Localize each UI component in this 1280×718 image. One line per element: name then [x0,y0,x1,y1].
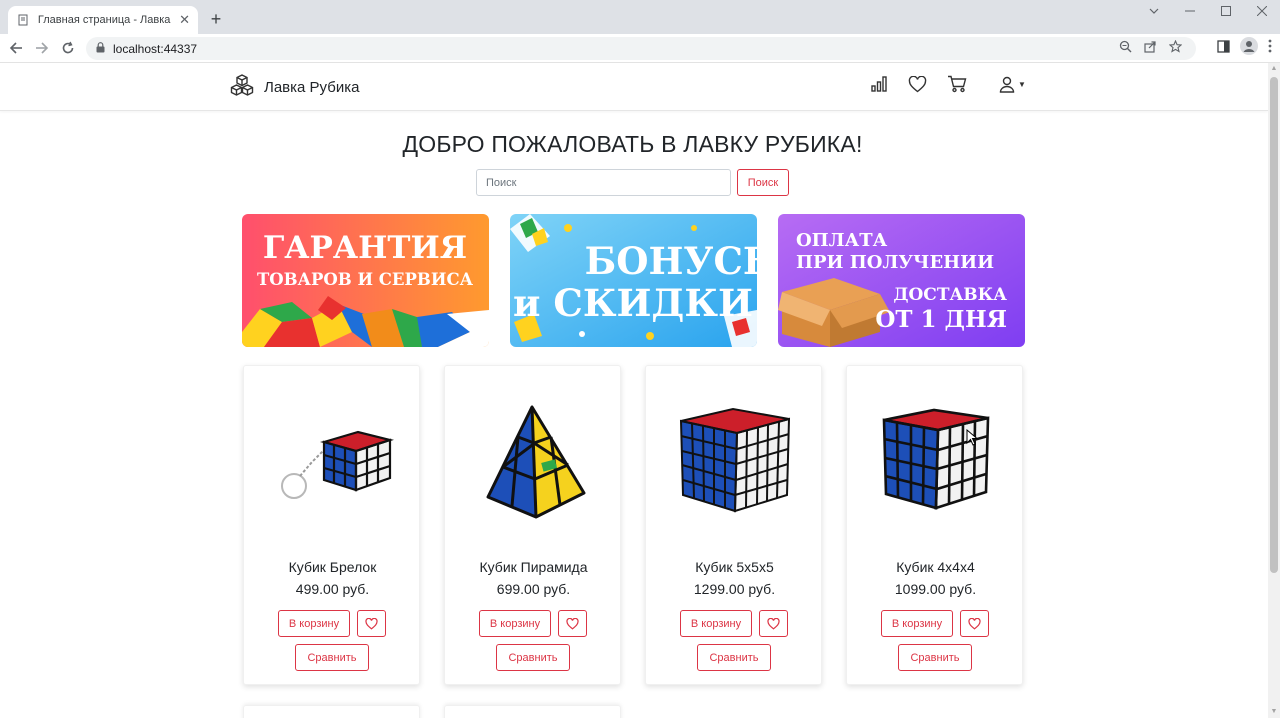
star-icon[interactable] [1168,39,1183,58]
url-text: localhost:44337 [113,41,198,56]
banner-bonuses-line1: БОНУСЫ [585,239,757,283]
add-to-favorites-button[interactable] [357,610,386,637]
heart-icon [767,617,780,630]
banner-bonuses-line2: и СКИДКИ [513,281,753,325]
heart-icon [365,617,378,630]
add-to-favorites-button[interactable] [759,610,788,637]
browser-toolbar: localhost:44337 [0,34,1280,63]
product-price: 499.00 руб. [295,581,370,597]
product-card-partial [444,705,621,718]
product-image-cube-5x5[interactable] [646,386,823,536]
search-button[interactable]: Поиск [737,169,789,196]
brand-link[interactable]: Лавка Рубика [230,73,359,102]
mouse-cursor-icon [966,428,979,451]
zoom-icon[interactable] [1119,40,1132,58]
product-card-partial [243,705,420,718]
favorites-heart-icon[interactable] [908,75,927,93]
add-to-cart-button[interactable]: В корзину [278,610,350,637]
banner-warranty-line2: ТОВАРОВ И СЕРВИСА [257,270,474,289]
reload-icon[interactable] [55,35,81,61]
banner-payment[interactable]: ОПЛАТА ПРИ ПОЛУЧЕНИИ ДОСТАВКА ОТ 1 ДНЯ [778,214,1025,347]
maximize-icon[interactable] [1208,0,1244,22]
banner-warranty[interactable]: ГАРАНТИЯ ТОВАРОВ И СЕРВИСА [242,214,489,347]
product-image-cube-4x4[interactable] [847,386,1024,536]
banner-bonuses[interactable]: БОНУСЫ и СКИДКИ [510,214,757,347]
cart-icon[interactable] [947,75,967,93]
product-image-pyramid-cube[interactable] [445,386,622,536]
product-name[interactable]: Кубик Брелок [244,559,421,575]
brand-name: Лавка Рубика [264,79,360,96]
scroll-thumb[interactable] [1270,77,1278,573]
compare-button[interactable]: Сравнить [496,644,570,671]
compare-button[interactable]: Сравнить [295,644,369,671]
caret-down-icon: ▼ [1018,79,1026,89]
back-icon[interactable] [3,35,29,61]
forward-icon[interactable] [29,35,55,61]
product-price: 1099.00 руб. [894,581,977,597]
add-to-cart-button[interactable]: В корзину [680,610,752,637]
window-close-icon[interactable] [1244,0,1280,22]
lock-icon [96,40,105,58]
tab-close-icon[interactable]: ✕ [179,12,190,28]
tab-title: Главная страница - Лавка Рубика [37,14,173,26]
promo-banners: ГАРАНТИЯ ТОВАРОВ И СЕРВИСА БОНУС и СКИДК… [242,214,1025,347]
minimize-icon[interactable] [1172,0,1208,22]
add-to-favorites-button[interactable] [558,610,587,637]
product-name[interactable]: Кубик Пирамида [445,559,622,575]
user-menu-icon[interactable]: ▼ [999,76,1026,93]
add-to-cart-button[interactable]: В корзину [881,610,953,637]
scroll-down-icon[interactable]: ▼ [1270,708,1278,716]
add-to-favorites-button[interactable] [960,610,989,637]
page-icon [16,13,30,27]
window-controls [1136,0,1280,26]
page-title: ДОБРО ПОЖАЛОВАТЬ В ЛАВКУ РУБИКА! [402,131,863,157]
product-name[interactable]: Кубик 5x5x5 [646,559,823,575]
new-tab-button[interactable]: + [206,9,226,29]
page-scrollbar[interactable]: ▲ ▼ [1268,63,1280,718]
browser-tabstrip: Главная страница - Лавка Рубика ✕ + [0,0,1280,34]
heart-icon [566,617,579,630]
compare-button[interactable]: Сравнить [697,644,771,671]
chevron-down-icon[interactable] [1136,0,1172,22]
banner-payment-line4: ОТ 1 ДНЯ [875,306,1007,333]
banner-payment-line3: ДОСТАВКА [893,285,1007,305]
product-card: Кубик Брелок 499.00 руб. В корзину Сравн… [243,365,420,685]
compare-chart-icon[interactable] [870,75,888,93]
banner-payment-line2: ПРИ ПОЛУЧЕНИИ [796,252,994,273]
banner-warranty-line1: ГАРАНТИЯ [263,230,467,266]
heart-icon [968,617,981,630]
compare-button[interactable]: Сравнить [898,644,972,671]
add-to-cart-button[interactable]: В корзину [479,610,551,637]
scroll-up-icon[interactable]: ▲ [1270,65,1278,73]
profile-avatar[interactable] [1240,37,1258,60]
product-price: 1299.00 руб. [693,581,776,597]
product-card: Кубик 5x5x5 1299.00 руб. В корзину Сравн… [645,365,822,685]
product-name[interactable]: Кубик 4x4x4 [847,559,1024,575]
sidepanel-icon[interactable] [1217,39,1230,58]
banner-payment-line1: ОПЛАТА [796,230,888,251]
share-icon[interactable] [1144,40,1157,58]
more-menu-icon[interactable] [1268,39,1272,58]
search-form: Поиск [476,169,789,196]
product-card: Кубик 4x4x4 1099.00 руб. В корзину Сравн… [846,365,1023,685]
product-card: Кубик Пирамида 699.00 руб. В корзину Сра… [444,365,621,685]
search-input[interactable] [476,169,731,196]
browser-tab[interactable]: Главная страница - Лавка Рубика ✕ [8,6,198,34]
product-image-keychain-cube[interactable] [244,386,421,536]
site-header: Лавка Рубика ▼ [0,63,1268,111]
product-price: 699.00 руб. [496,581,571,597]
address-bar[interactable]: localhost:44337 [86,37,1196,60]
page-viewport: Лавка Рубика ▼ ДОБРО ПОЖАЛОВАТЬ В ЛАВКУ … [0,63,1268,718]
cubes-logo-icon [230,73,254,102]
